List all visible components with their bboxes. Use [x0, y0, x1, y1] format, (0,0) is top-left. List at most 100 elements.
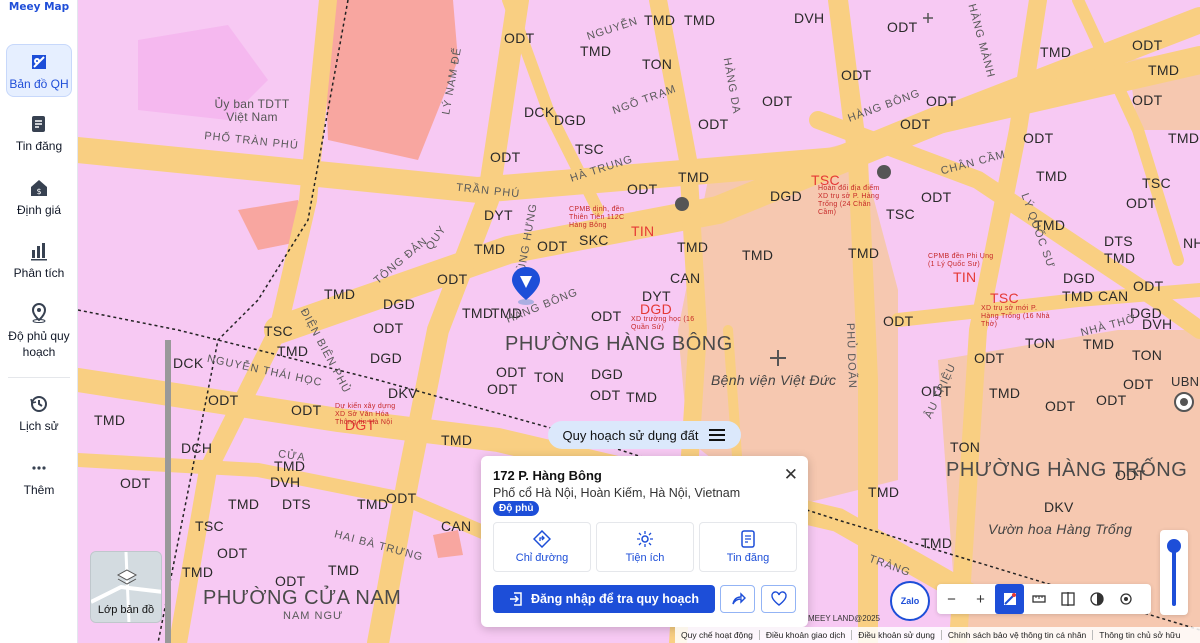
share-button[interactable] — [720, 585, 755, 613]
planning-overlay-button[interactable] — [995, 584, 1024, 614]
sidebar-item-label: Tin đăng — [15, 139, 63, 153]
login-to-check-planning-button[interactable]: Đăng nhập để tra quy hoạch — [493, 585, 715, 613]
sidebar-item-dinh-gia[interactable]: $ Định giá — [6, 177, 72, 217]
opacity-icon — [1089, 592, 1104, 606]
ward-label: PHƯỜNG CỬA NAM — [203, 587, 402, 609]
zone-label: DKV — [1044, 499, 1074, 515]
zone-label: ODT — [490, 149, 521, 165]
zone-label: ODT — [120, 475, 151, 491]
history-icon — [30, 396, 47, 412]
zone-label: DCK — [524, 104, 555, 120]
zone-label: TMD — [94, 412, 126, 428]
zone-label: TSC — [264, 323, 293, 339]
amenities-button[interactable]: Tiện ích — [596, 522, 694, 572]
sidebar-item-do-phu-quy-hoach[interactable]: Độ phủ quy hoạch — [6, 302, 72, 360]
listing-button[interactable]: Tin đăng — [699, 522, 797, 572]
zone-small-2 — [433, 530, 463, 558]
share-icon — [731, 592, 746, 605]
brand-logo[interactable]: Meey Map — [0, 1, 78, 13]
zone-label: DGD — [554, 112, 587, 128]
zone-label: DGD — [770, 188, 803, 204]
sidebar-item-ban-do-qh[interactable]: Bản đồ QH — [6, 44, 72, 97]
sidebar-item-them[interactable]: Thêm — [6, 457, 72, 497]
map-layer-button[interactable]: Lớp bản đồ — [90, 551, 162, 623]
zone-label: ODT — [496, 364, 527, 380]
zone-label: TMD — [1062, 288, 1094, 304]
zone-label: DGD — [383, 296, 416, 312]
more-icon — [32, 466, 46, 470]
amenities-label: Tiện ích — [625, 552, 665, 564]
zone-label: TMD — [462, 305, 494, 321]
zone-label: TON — [1132, 347, 1163, 363]
zone-label: ODT — [627, 181, 658, 197]
zone-label: ODT — [437, 271, 468, 287]
zoom-out-icon: − — [947, 590, 956, 608]
zone-label: ODT — [373, 320, 404, 336]
zone-label: NHA — [1183, 235, 1200, 251]
footer-link-quy-che[interactable]: Quy chế hoạt động — [675, 630, 760, 640]
zone-label: TMD — [742, 247, 774, 263]
listing-icon — [32, 116, 45, 132]
sidebar-item-lich-su[interactable]: Lịch sử — [6, 393, 72, 433]
map-layer-label: Lớp bản đồ — [97, 604, 155, 616]
analytics-icon — [31, 243, 47, 261]
zone-label: TMD — [868, 484, 900, 500]
opacity-slider[interactable] — [1160, 530, 1188, 615]
opacity-button[interactable] — [1082, 584, 1111, 614]
zone-label: DGD — [591, 366, 624, 382]
land-use-layer-toggle[interactable]: Quy hoạch sử dụng đất — [548, 421, 741, 449]
zoom-out-button[interactable]: − — [937, 584, 966, 614]
zone-label: TMD — [474, 241, 506, 257]
sidebar-item-phan-tich[interactable]: Phân tích — [6, 240, 72, 280]
sidebar-item-label: Lịch sử — [19, 419, 59, 433]
directions-button[interactable]: Chỉ đường — [493, 522, 591, 572]
map-toolbar: − + — [937, 584, 1151, 614]
location-pin-icon[interactable] — [510, 265, 542, 305]
zone-label: ODT — [698, 116, 729, 132]
zone-label: TMD — [677, 239, 709, 255]
menu-icon — [709, 429, 726, 441]
zone-label: TMD — [644, 12, 676, 28]
zone-label-special: DGD — [640, 301, 673, 317]
zoom-in-button[interactable]: + — [966, 584, 995, 614]
annotation: XD trụ sở mới P. Hàng Trống (16 Nhà Thờ) — [981, 305, 1050, 328]
zone-label: DYT — [484, 207, 513, 223]
login-button-label: Đăng nhập để tra quy hoạch — [530, 592, 700, 606]
zone-label: DKV — [388, 385, 418, 401]
zone-label: ODT — [208, 392, 239, 408]
close-icon[interactable]: ✕ — [784, 465, 798, 485]
zone-label: ODT — [1096, 392, 1127, 408]
listing-icon — [741, 530, 755, 548]
coverage-badge[interactable]: Độ phủ — [493, 501, 540, 516]
zone-label: TON — [1025, 335, 1056, 351]
zone-label: CAN — [1098, 288, 1129, 304]
login-icon — [509, 592, 522, 606]
zone-label: ODT — [762, 93, 793, 109]
zone-label: TMD — [580, 43, 612, 59]
zone-label: ODT — [291, 402, 322, 418]
compare-button[interactable] — [1053, 584, 1082, 614]
zone-label: TSC — [575, 141, 604, 157]
zone-label: TMD — [626, 389, 658, 405]
zone-label: ODT — [591, 308, 622, 324]
my-location-button[interactable] — [1111, 584, 1140, 614]
zone-label: ODT — [386, 490, 417, 506]
zone-label-special: TSC — [990, 290, 1019, 306]
zone-label: TMD — [277, 343, 309, 359]
footer-link-dieu-khoan-su-dung[interactable]: Điều khoản sử dụng — [852, 630, 942, 640]
zone-label: TON — [950, 439, 981, 455]
measure-button[interactable] — [1024, 584, 1053, 614]
footer-link-thong-tin-chu-so-huu[interactable]: Thông tin chủ sở hữu — [1093, 630, 1186, 640]
zone-label: ODT — [926, 93, 957, 109]
favorite-button[interactable] — [761, 585, 796, 613]
sidebar-item-label: Bản đồ QH — [9, 77, 69, 91]
zalo-chat-button[interactable]: Zalo — [890, 581, 930, 621]
sidebar-item-label: Thêm — [23, 483, 55, 497]
footer-link-dieu-khoan-giao-dich[interactable]: Điều khoản giao dịch — [760, 630, 853, 640]
zone-label: ODT — [883, 313, 914, 329]
footer-link-chinh-sach[interactable]: Chính sách bảo vệ thông tin cá nhân — [942, 630, 1094, 640]
slider-handle[interactable] — [1167, 539, 1181, 553]
zone-label: CAN — [670, 270, 701, 286]
zone-label: ODT — [887, 19, 918, 35]
sidebar-item-tin-dang[interactable]: Tin đăng — [6, 113, 72, 153]
